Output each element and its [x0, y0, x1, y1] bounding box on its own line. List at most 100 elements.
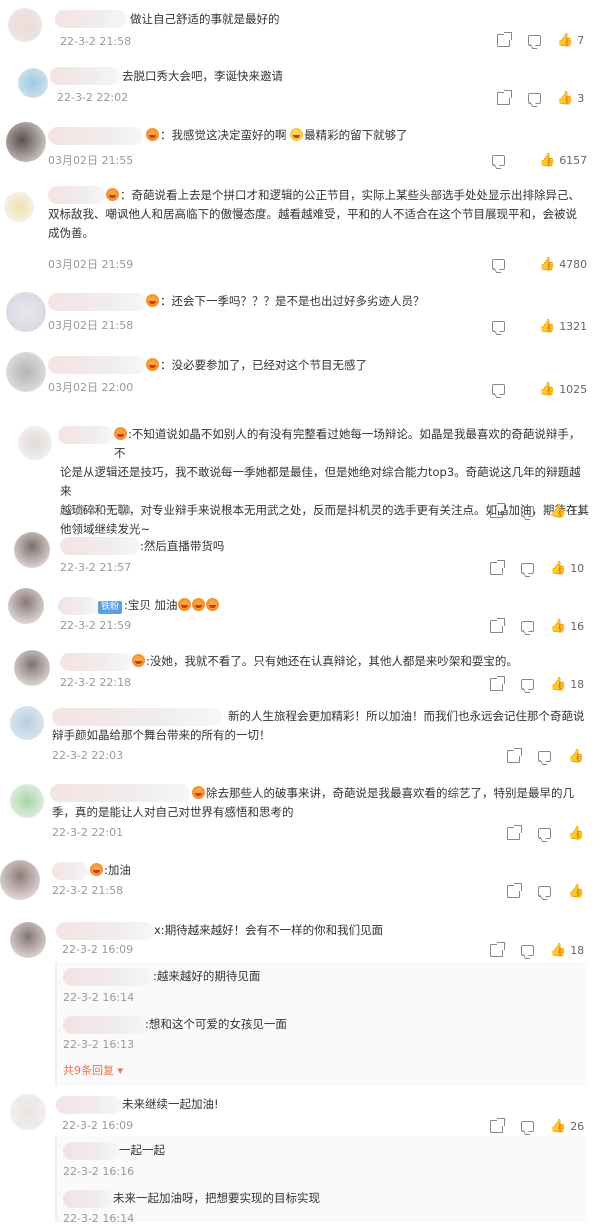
comment-text: 新的人生旅程会更加精彩！所以加油！而我们也永远会记住那个奇葩说 辩手颜如晶给那个… [52, 709, 585, 742]
username[interactable] [56, 1096, 122, 1114]
emoji-icon [192, 786, 205, 799]
avatar[interactable] [14, 532, 50, 568]
share-icon[interactable] [507, 882, 522, 898]
thumbs-up-icon: 👍 [557, 32, 574, 48]
comment-icon[interactable] [521, 678, 534, 690]
share-icon[interactable] [497, 31, 512, 47]
timestamp: 22-3-2 21:58 [52, 884, 124, 897]
timestamp: 22-3-2 22:03 [52, 749, 124, 762]
avatar[interactable] [6, 352, 46, 392]
like-button[interactable]: 👍 1321 [539, 318, 587, 334]
avatar[interactable] [6, 292, 46, 332]
timestamp: 22-3-2 16:14 [63, 1212, 135, 1225]
comment-icon[interactable] [521, 562, 534, 574]
comment-icon[interactable] [538, 827, 551, 839]
emoji-icon [146, 128, 159, 141]
timestamp: 22-3-3 01:03 [60, 504, 132, 517]
like-button[interactable]: 👍 16 [550, 618, 584, 634]
avatar[interactable] [10, 922, 46, 958]
username[interactable] [63, 968, 153, 986]
avatar[interactable] [10, 784, 44, 818]
comment-icon[interactable] [492, 154, 505, 166]
avatar[interactable] [0, 860, 40, 900]
avatar[interactable] [8, 588, 44, 624]
share-icon[interactable] [490, 502, 505, 518]
like-button[interactable]: 👍 18 [550, 676, 584, 692]
avatar[interactable] [18, 426, 52, 460]
comment-icon[interactable] [528, 34, 541, 46]
comment-item: ：没必要参加了，已经对这个节目无感了 03月02日 22:00 👍 1025 [0, 344, 600, 408]
avatar[interactable] [10, 1094, 46, 1130]
like-button[interactable]: 👍 1025 [539, 381, 587, 397]
emoji-icon [90, 863, 103, 876]
comment-icon[interactable] [492, 258, 505, 270]
avatar[interactable] [14, 650, 50, 686]
share-icon[interactable] [490, 1117, 505, 1133]
comment-icon[interactable] [538, 885, 551, 897]
timestamp: 22-3-2 16:13 [63, 1038, 135, 1051]
like-button[interactable]: 👍 [568, 825, 584, 841]
username[interactable] [60, 537, 140, 555]
like-button[interactable]: 👍 4780 [539, 256, 587, 272]
timestamp: 22-3-2 21:59 [60, 619, 132, 632]
like-button[interactable]: 👍 18 [550, 942, 584, 958]
like-button[interactable]: 👍 26 [550, 1118, 584, 1134]
username[interactable] [63, 1016, 147, 1034]
like-button[interactable]: 👍 7 [557, 32, 584, 48]
comment-text: ：还会下一季吗？？？是不是也出过好多劣迹人员？ [146, 292, 425, 311]
username[interactable] [50, 67, 120, 85]
username[interactable] [63, 1190, 113, 1208]
avatar[interactable] [6, 122, 46, 162]
like-button[interactable]: 👍 13 [550, 503, 584, 519]
like-button[interactable]: 👍 [568, 748, 584, 764]
like-button[interactable]: 👍 10 [550, 560, 584, 576]
comment-icon[interactable] [521, 505, 534, 517]
share-icon[interactable] [507, 824, 522, 840]
username[interactable] [60, 653, 132, 671]
thumbs-up-icon: 👍 [550, 503, 567, 519]
avatar[interactable] [4, 192, 34, 222]
comment-item: 除去那些人的破事来讲，奇葩说是我最喜欢看的综艺了，特别是最早的几 季，真的是能让… [0, 772, 600, 852]
thumbs-up-icon: 👍 [550, 1118, 567, 1134]
comment-item: ：还会下一季吗？？？是不是也出过好多劣迹人员？ 03月02日 21:58 👍 13… [0, 284, 600, 344]
username[interactable] [63, 1142, 119, 1160]
username[interactable] [56, 922, 154, 940]
comment-item: 做让自己舒适的事就是最好的 22-3-2 21:58 👍 7 [0, 0, 600, 58]
emoji-icon [132, 654, 145, 667]
comment-icon[interactable] [538, 750, 551, 762]
username[interactable] [55, 10, 127, 28]
username[interactable] [48, 356, 146, 374]
share-icon[interactable] [490, 675, 505, 691]
share-icon[interactable] [490, 559, 505, 575]
comment-icon[interactable] [521, 620, 534, 632]
comment-icon[interactable] [492, 320, 505, 332]
like-button[interactable]: 👍 [568, 883, 584, 899]
more-replies-link[interactable]: 共9条回复 ▾ [63, 1062, 123, 1078]
comment-icon[interactable] [521, 944, 534, 956]
timestamp: 22-3-2 16:09 [62, 943, 134, 956]
comment-item: ：我感觉这决定蛮好的啊 最精彩的留下就够了 03月02日 21:55 👍 6157 [0, 116, 600, 176]
like-button[interactable]: 👍 6157 [539, 152, 587, 168]
comment-icon[interactable] [521, 1120, 534, 1132]
comment-item: :然后直播带货吗 22-3-2 21:57 👍 10 [0, 524, 600, 582]
username[interactable] [48, 293, 146, 311]
username[interactable] [52, 862, 88, 880]
username[interactable] [48, 127, 143, 145]
username[interactable] [58, 597, 98, 615]
share-icon[interactable] [507, 747, 522, 763]
thumbs-up-icon: 👍 [550, 560, 567, 576]
share-icon[interactable] [490, 941, 505, 957]
like-button[interactable]: 👍 3 [557, 90, 584, 106]
thumbs-up-icon: 👍 [568, 883, 585, 899]
avatar[interactable] [18, 68, 48, 98]
thumbs-up-icon: 👍 [550, 618, 567, 634]
emoji-icon [205, 598, 219, 611]
emoji-icon [146, 294, 159, 307]
comment-icon[interactable] [492, 383, 505, 395]
share-icon[interactable] [497, 89, 512, 105]
reply-text: :想和这个可爱的女孩见一面 [145, 1017, 287, 1031]
share-icon[interactable] [490, 617, 505, 633]
avatar[interactable] [8, 8, 42, 42]
comment-icon[interactable] [528, 92, 541, 104]
avatar[interactable] [10, 706, 44, 740]
